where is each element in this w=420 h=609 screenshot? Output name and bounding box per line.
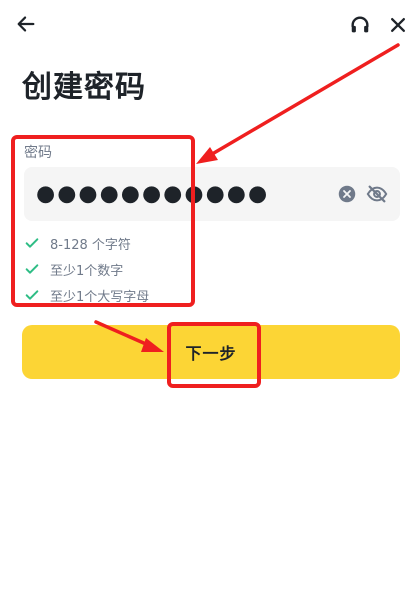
toggle-visibility-button[interactable] xyxy=(364,181,390,207)
rule-item: 8-128 个字符 xyxy=(24,230,149,256)
close-button[interactable] xyxy=(384,11,412,39)
check-icon xyxy=(25,290,39,300)
password-input[interactable]: ●●●●●●●●●●● xyxy=(24,167,400,221)
next-button-label: 下一步 xyxy=(185,344,237,363)
headset-icon xyxy=(351,16,369,33)
eye-off-icon xyxy=(366,185,388,203)
check-icon xyxy=(25,264,39,274)
check-icon xyxy=(25,238,39,248)
arrow-left-icon xyxy=(17,16,35,32)
next-button[interactable]: 下一步 xyxy=(22,325,400,379)
page-title: 创建密码 xyxy=(22,70,146,105)
rule-text: 至少1个数字 xyxy=(50,263,124,279)
rule-text: 至少1个大写字母 xyxy=(50,289,150,305)
annotation-arrow-to-password xyxy=(196,43,400,164)
back-button[interactable] xyxy=(12,10,40,38)
rule-item: 至少1个数字 xyxy=(24,256,149,282)
password-label: 密码 xyxy=(24,145,52,161)
clear-circle-icon xyxy=(338,185,356,203)
clear-password-button[interactable] xyxy=(337,184,357,204)
rule-item: 至少1个大写字母 xyxy=(24,282,149,308)
password-masked-value: ●●●●●●●●●●● xyxy=(36,181,270,207)
create-password-page: 创建密码 密码 ●●●●●●●●●●● 8-128 个字符 至少1个数字 至少1… xyxy=(0,0,420,609)
password-rules-list: 8-128 个字符 至少1个数字 至少1个大写字母 xyxy=(24,230,149,308)
close-icon xyxy=(391,18,405,32)
support-button[interactable] xyxy=(347,12,373,38)
rule-text: 8-128 个字符 xyxy=(50,237,131,253)
